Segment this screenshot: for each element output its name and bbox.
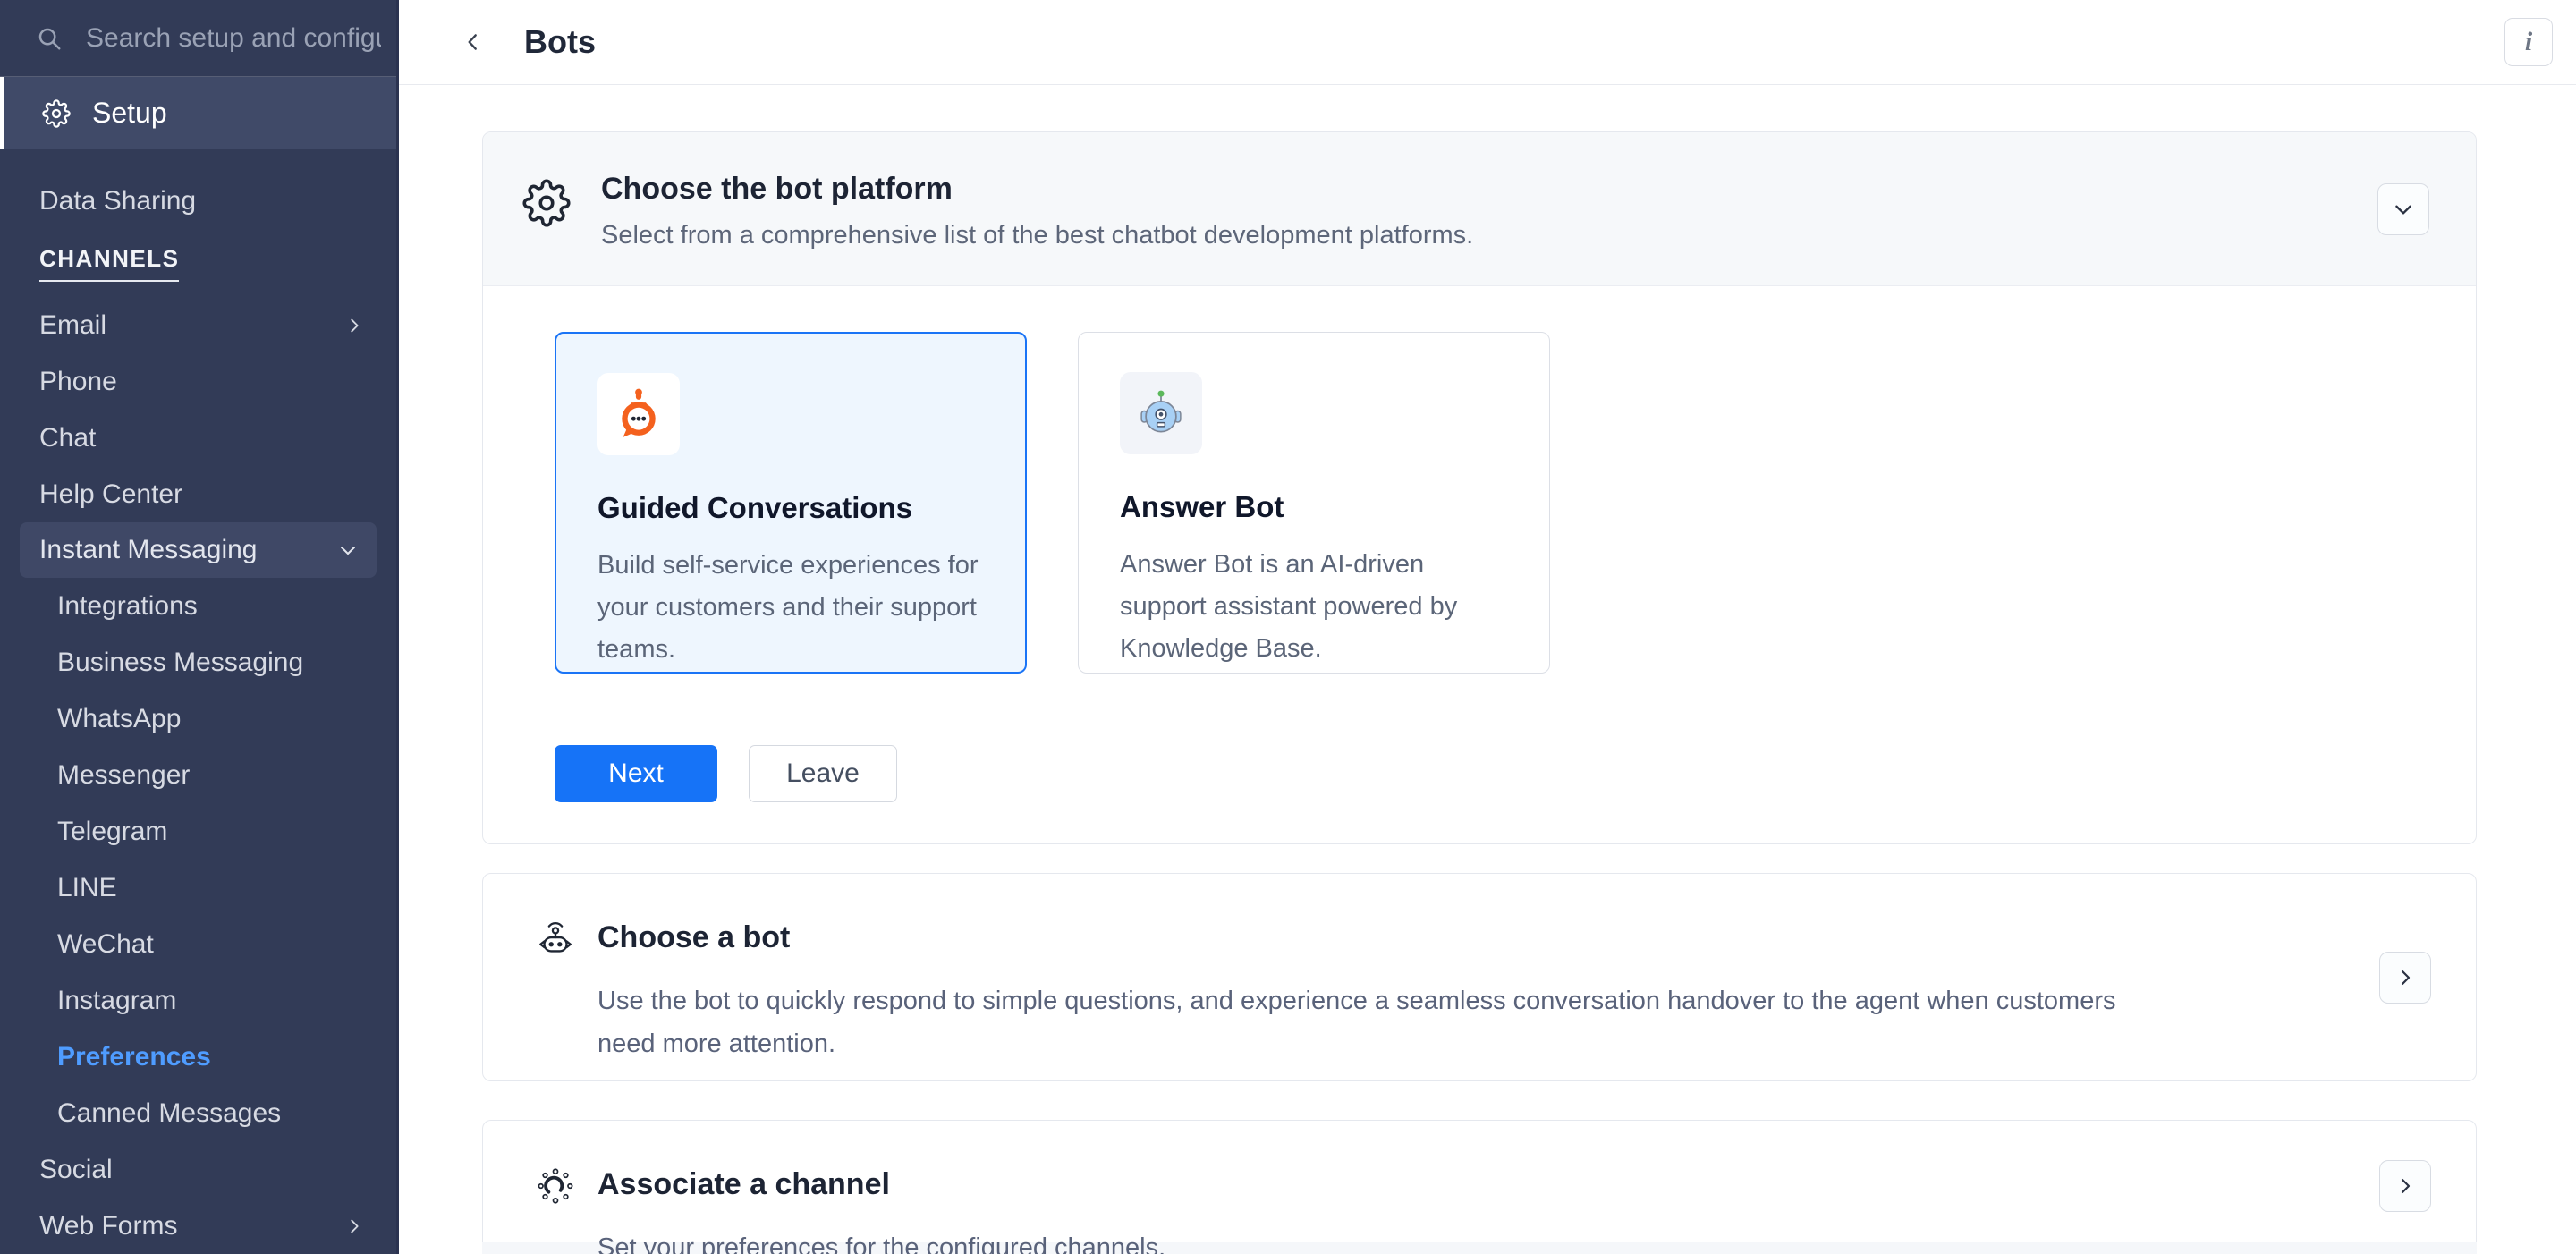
guided-conversations-icon [597, 373, 680, 455]
associate-channel-description: Set your preferences for the configured … [597, 1226, 2154, 1254]
sidebar-item-email[interactable]: Email [0, 297, 396, 353]
content: Choose the bot platform Select from a co… [399, 85, 2576, 1254]
sidebar-item-instant-messaging[interactable]: Instant Messaging [20, 522, 377, 578]
sidebar-item-messenger[interactable]: Messenger [0, 747, 396, 803]
choose-bot-title: Choose a bot [597, 919, 790, 955]
setup-label: Setup [92, 97, 167, 130]
option-guided-conversations[interactable]: Guided Conversations Build self-service … [555, 332, 1027, 674]
gear-icon [42, 99, 71, 128]
chevron-right-icon [344, 1216, 364, 1236]
sidebar-item-web-forms[interactable]: Web Forms [0, 1198, 396, 1254]
collapse-section-button[interactable] [2377, 183, 2429, 235]
sidebar-nav: Data Sharing CHANNELS Email Phone Chat H… [0, 149, 396, 1254]
option-description: Answer Bot is an AI-driven support assis… [1120, 544, 1508, 670]
sidebar-item-integrations[interactable]: Integrations [0, 578, 396, 634]
main-area: Bots i Choose the bot platform Select fr… [399, 0, 2576, 1254]
search-icon [36, 25, 63, 52]
sidebar-search[interactable] [0, 0, 396, 77]
choose-bot-card[interactable]: Choose a bot Use the bot to quickly resp… [482, 873, 2477, 1081]
chevron-down-icon [2392, 198, 2415, 221]
chevron-right-icon [2394, 967, 2416, 988]
info-icon: i [2525, 27, 2532, 57]
platform-section-header: Choose the bot platform Select from a co… [483, 132, 2476, 286]
info-button[interactable]: i [2504, 18, 2553, 66]
choose-bot-open-button[interactable] [2379, 952, 2431, 1004]
associate-channel-title: Associate a channel [597, 1165, 890, 1202]
channels-network-icon [535, 1165, 576, 1207]
choose-bot-description: Use the bot to quickly respond to simple… [597, 979, 2154, 1065]
associate-channel-card[interactable]: Associate a channel Set your preferences… [482, 1120, 2477, 1242]
page-header: Bots i [399, 0, 2576, 85]
option-title: Answer Bot [1120, 490, 1508, 524]
chevron-right-icon [2394, 1175, 2416, 1197]
sidebar-item-whatsapp[interactable]: WhatsApp [0, 691, 396, 747]
chevron-down-icon [337, 539, 359, 561]
sidebar-item-telegram[interactable]: Telegram [0, 803, 396, 860]
answer-bot-icon [1120, 372, 1202, 454]
sidebar-item-social[interactable]: Social [0, 1141, 396, 1198]
platform-section-card: Choose the bot platform Select from a co… [482, 131, 2477, 844]
sidebar-item-line[interactable]: LINE [0, 860, 396, 916]
robot-icon [535, 919, 576, 960]
next-button[interactable]: Next [555, 745, 717, 802]
gear-icon [522, 172, 571, 285]
associate-channel-open-button[interactable] [2379, 1160, 2431, 1212]
chevron-right-icon [344, 316, 364, 335]
option-title: Guided Conversations [597, 491, 984, 525]
platform-section-title: Choose the bot platform [601, 172, 1473, 207]
sidebar-item-setup[interactable]: Setup [0, 77, 396, 149]
page-title: Bots [524, 23, 596, 61]
sidebar-item-preferences[interactable]: Preferences [0, 1029, 396, 1085]
option-answer-bot[interactable]: Answer Bot Answer Bot is an AI-driven su… [1078, 332, 1550, 674]
search-input[interactable] [86, 23, 381, 54]
back-button[interactable] [462, 29, 485, 55]
sidebar-item-canned-messages[interactable]: Canned Messages [0, 1085, 396, 1141]
sidebar-item-phone[interactable]: Phone [0, 353, 396, 410]
setup-sidebar: Setup Data Sharing CHANNELS Email Phone … [0, 0, 399, 1254]
sidebar-item-chat[interactable]: Chat [0, 410, 396, 466]
option-description: Build self-service experiences for your … [597, 545, 984, 671]
sidebar-item-help-center[interactable]: Help Center [0, 466, 396, 522]
platform-section-body: Guided Conversations Build self-service … [483, 286, 2476, 843]
sidebar-item-instagram[interactable]: Instagram [0, 972, 396, 1029]
leave-button[interactable]: Leave [749, 745, 897, 802]
sidebar-item-wechat[interactable]: WeChat [0, 916, 396, 972]
platform-section-subtitle: Select from a comprehensive list of the … [601, 221, 1473, 250]
sidebar-item-business-messaging[interactable]: Business Messaging [0, 634, 396, 691]
sidebar-section-channels: CHANNELS [0, 245, 396, 297]
sidebar-item-data-sharing[interactable]: Data Sharing [0, 173, 396, 229]
